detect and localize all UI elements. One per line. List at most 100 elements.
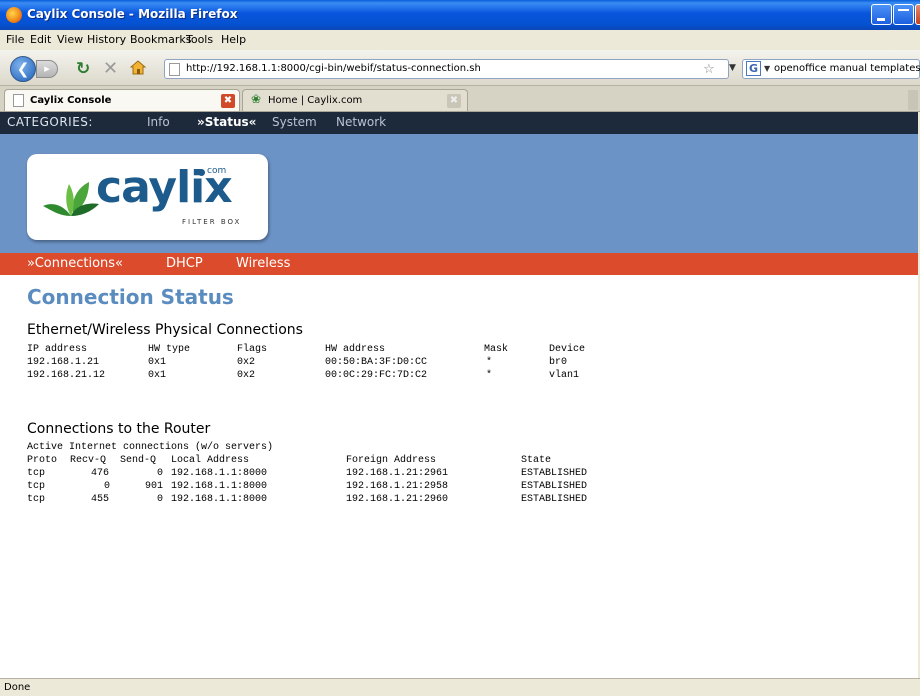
search-bar[interactable]: G ▼ openoffice manual templates [742, 59, 920, 79]
column-header: HW address [325, 344, 386, 355]
url-bar[interactable]: http://192.168.1.1:8000/cgi-bin/webif/st… [164, 59, 729, 79]
flags: 0x2 [237, 370, 256, 381]
tab-caylix-console[interactable]: Caylix Console ✖ [4, 89, 240, 111]
column-header: Flags [237, 344, 268, 355]
subnav-wireless[interactable]: Wireless [236, 256, 290, 271]
bookmark-star-icon[interactable]: ☆ [703, 62, 715, 77]
tab-home-caylix[interactable]: ❀ Home | Caylix.com ✖ [242, 89, 468, 111]
local-address: 192.168.1.1:8000 [171, 481, 268, 492]
local-address: 192.168.1.1:8000 [171, 494, 268, 505]
window-title: Caylix Console - Mozilla Firefox [27, 7, 238, 21]
column-header: State [521, 455, 552, 466]
forward-button[interactable]: ▸ [36, 60, 58, 78]
title-bar: Caylix Console - Mozilla Firefox [0, 0, 920, 30]
page-icon [13, 94, 24, 107]
category-status[interactable]: »Status« [197, 115, 256, 129]
logo-com: com [207, 166, 227, 176]
state: ESTABLISHED [521, 494, 588, 505]
ip-address: 192.168.21.12 [27, 370, 106, 381]
column-header: Mask [484, 344, 509, 355]
column-header: HW type [148, 344, 191, 355]
subnav-dhcp[interactable]: DHCP [166, 256, 203, 271]
close-tab-icon[interactable]: ✖ [447, 94, 461, 108]
subnav-connections[interactable]: »Connections« [27, 256, 123, 271]
reload-icon[interactable]: ↻ [76, 59, 90, 79]
hw-type: 0x1 [148, 357, 167, 368]
browser-window: Caylix Console - Mozilla Firefox File Ed… [0, 0, 920, 696]
caylix-favicon-icon: ❀ [251, 92, 262, 106]
hw-address: 00:0C:29:FC:7D:C2 [325, 370, 428, 381]
url-text[interactable]: http://192.168.1.1:8000/cgi-bin/webif/st… [186, 63, 481, 74]
back-button[interactable]: ❮ [10, 56, 36, 82]
maximize-button[interactable] [893, 4, 914, 25]
state: ESTABLISHED [521, 481, 588, 492]
status-text: Done [4, 682, 31, 693]
navigation-toolbar: ❮ ▸ ↻ ✕ http://192.168.1.1:8000/cgi-bin/… [0, 50, 920, 86]
tab-label: Home | Caylix.com [268, 95, 363, 106]
tab-label: Caylix Console [30, 95, 112, 106]
category-system[interactable]: System [272, 115, 317, 129]
send-q: 0 [157, 468, 164, 479]
column-header: Device [549, 344, 586, 355]
menu-edit[interactable]: Edit [30, 33, 51, 46]
tab-strip: Caylix Console ✖ ❀ Home | Caylix.com ✖ [0, 86, 920, 112]
page-title: Connection Status [27, 285, 234, 309]
menu-tools[interactable]: Tools [186, 33, 213, 46]
column-header: Recv-Q [70, 455, 107, 466]
subnav-bar: »Connections« DHCP Wireless [0, 253, 918, 275]
column-header: Proto [27, 455, 58, 466]
menu-view[interactable]: View [57, 33, 83, 46]
logo-subtitle: FILTER BOX [182, 218, 242, 226]
stop-icon[interactable]: ✕ [103, 58, 118, 79]
proto: tcp [27, 494, 46, 505]
send-q: 901 [145, 481, 164, 492]
categories-label: CATEGORIES: [7, 115, 93, 129]
caylix-logo[interactable]: caylix com FILTER BOX [27, 154, 268, 240]
close-button[interactable] [915, 4, 920, 25]
column-header: IP address [27, 344, 88, 355]
firefox-icon [6, 7, 22, 23]
logo-dot [198, 169, 205, 176]
categories-bar: CATEGORIES: Info »Status« System Network [0, 112, 918, 134]
category-network[interactable]: Network [336, 115, 386, 129]
close-tab-icon[interactable]: ✖ [221, 94, 235, 108]
menu-help[interactable]: Help [221, 33, 246, 46]
ip-address: 192.168.1.21 [27, 357, 100, 368]
send-q: 0 [157, 494, 164, 505]
search-input[interactable]: openoffice manual templates [774, 63, 920, 74]
category-info[interactable]: Info [147, 115, 170, 129]
hw-address: 00:50:BA:3F:D0:CC [325, 357, 428, 368]
device: vlan1 [549, 370, 580, 381]
router-connections-heading: Connections to the Router [27, 421, 211, 437]
foreign-address: 192.168.1.21:2961 [346, 468, 449, 479]
router-caption: Active Internet connections (w/o servers… [27, 442, 274, 453]
column-header: Foreign Address [346, 455, 437, 466]
search-engine-icon[interactable]: G [746, 61, 761, 76]
recv-q: 455 [91, 494, 110, 505]
state: ESTABLISHED [521, 468, 588, 479]
menu-bar: File Edit View History Bookmarks Tools H… [0, 30, 920, 50]
recv-q: 0 [104, 481, 111, 492]
menu-history[interactable]: History [87, 33, 126, 46]
tab-scroll-edge [908, 90, 918, 110]
device: br0 [549, 357, 568, 368]
menu-bookmarks[interactable]: Bookmarks [130, 33, 191, 46]
leaf-logo-icon [43, 182, 99, 216]
proto: tcp [27, 468, 46, 479]
column-header: Send-Q [120, 455, 157, 466]
home-icon[interactable] [130, 60, 146, 75]
column-header: Local Address [171, 455, 250, 466]
search-engine-dropdown-icon[interactable]: ▼ [764, 64, 770, 73]
page-icon [169, 63, 180, 76]
proto: tcp [27, 481, 46, 492]
flags: 0x2 [237, 357, 256, 368]
recv-q: 476 [91, 468, 110, 479]
hw-type: 0x1 [148, 370, 167, 381]
status-bar: Done [0, 678, 920, 696]
menu-file[interactable]: File [6, 33, 24, 46]
page-content: CATEGORIES: Info »Status« System Network… [0, 112, 918, 678]
physical-connections-heading: Ethernet/Wireless Physical Connections [27, 322, 303, 338]
minimize-button[interactable] [871, 4, 892, 25]
local-address: 192.168.1.1:8000 [171, 468, 268, 479]
url-dropdown-icon[interactable]: ▼ [729, 63, 736, 73]
